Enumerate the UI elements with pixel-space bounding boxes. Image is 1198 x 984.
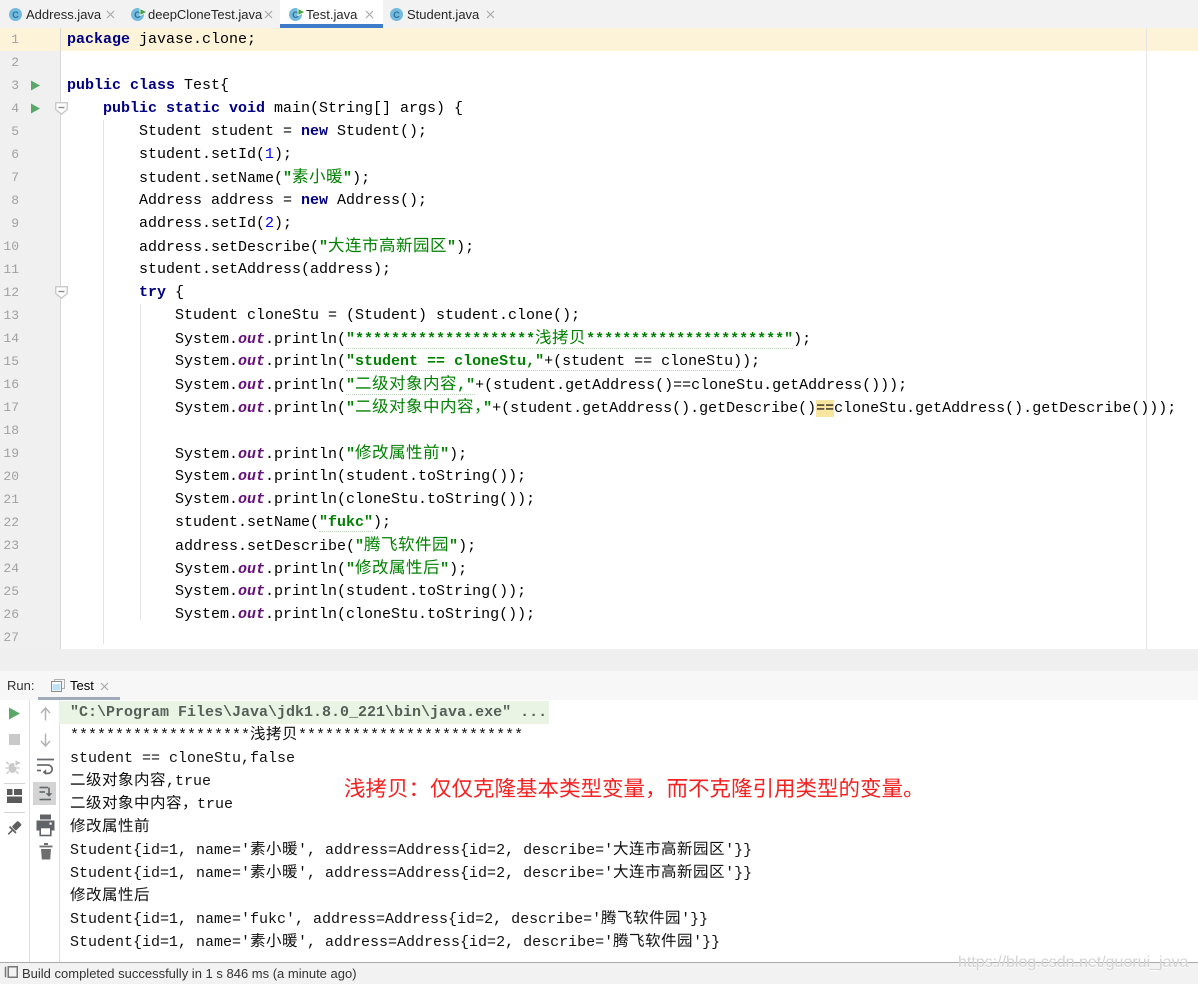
svg-text:C: C bbox=[12, 10, 19, 20]
svg-text:C: C bbox=[393, 10, 400, 20]
